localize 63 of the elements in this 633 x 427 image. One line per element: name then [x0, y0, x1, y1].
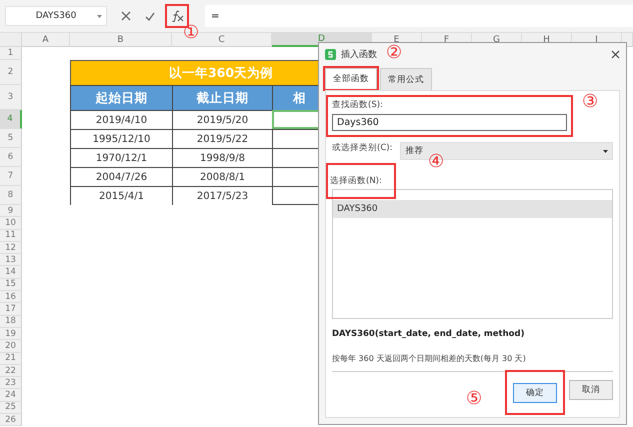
row-header[interactable]: 17	[0, 303, 22, 316]
row-header[interactable]: 24	[0, 389, 22, 402]
row-header[interactable]: 9	[0, 205, 22, 218]
function-list-label: 选择函数(N):	[330, 176, 382, 186]
column-header[interactable]: A	[22, 33, 70, 47]
table-cell: 2008/8/1	[172, 167, 272, 186]
function-icon[interactable]	[170, 10, 184, 22]
row-header[interactable]: 1	[0, 47, 22, 60]
table-cell: 2019/5/22	[172, 129, 272, 148]
column-heading: 截止日期	[172, 85, 272, 110]
row-header[interactable]: 19	[0, 328, 22, 340]
row-header[interactable]: 16	[0, 291, 22, 304]
row-header[interactable]: 8	[0, 186, 22, 205]
row-header[interactable]: 6	[0, 148, 22, 167]
row-header[interactable]: 21	[0, 352, 22, 365]
tab[interactable]: 常用公式	[380, 68, 432, 90]
row-header[interactable]: 26	[0, 414, 22, 426]
table-cell: 1995/12/10	[70, 129, 172, 148]
close-icon[interactable]	[611, 50, 620, 58]
search-field[interactable]: Days360	[332, 114, 567, 131]
table-cell: 2019/4/10	[70, 110, 172, 129]
cancel-button[interactable]: 取消	[569, 380, 613, 400]
function-description: 按每年 360 天返回两个日期间相差的天数(每月 30 天)	[332, 353, 527, 364]
dropdown-icon	[97, 14, 102, 18]
table-cell: 2017/5/23	[172, 186, 272, 205]
table-cell: 2004/7/26	[70, 167, 172, 186]
row-header[interactable]: 25	[0, 402, 22, 414]
row-header[interactable]: 5	[0, 129, 22, 148]
row-header[interactable]: 10	[0, 217, 22, 230]
table-cell: 2015/4/1	[70, 186, 172, 205]
dialog-title: 插入函数	[341, 48, 377, 60]
row-header[interactable]: 23	[0, 377, 22, 390]
column-header[interactable]: B	[70, 33, 172, 47]
row-header[interactable]: 2	[0, 60, 22, 85]
dropdown-icon	[603, 150, 608, 152]
row-header[interactable]: 15	[0, 278, 22, 292]
row-header[interactable]: 4	[0, 110, 22, 129]
row-header[interactable]: 11	[0, 230, 22, 242]
app-icon	[325, 48, 336, 60]
row-header[interactable]: 12	[0, 242, 22, 254]
row-header[interactable]: 7	[0, 167, 22, 186]
row-header[interactable]: 13	[0, 254, 22, 266]
row-header[interactable]: 20	[0, 340, 22, 353]
table-cell: 2019/5/20	[172, 110, 272, 129]
name-box[interactable]: DAYS360	[5, 6, 107, 26]
row-header[interactable]: 18	[0, 316, 22, 328]
table-cell: 1998/9/8	[172, 148, 272, 167]
step-number: ⑤	[466, 390, 482, 408]
function-signature: DAYS360(start_date, end_date, method)	[332, 329, 526, 339]
step-number: ②	[386, 44, 402, 62]
ok-button[interactable]: 确定	[513, 383, 557, 403]
table-cell: 1970/12/1	[70, 148, 172, 167]
cancel-icon[interactable]	[121, 11, 131, 21]
row-header[interactable]: 22	[0, 364, 22, 378]
row-header[interactable]: 14	[0, 266, 22, 279]
row-header[interactable]: 3	[0, 85, 22, 110]
tab[interactable]: 全部函数	[325, 68, 377, 89]
step-number: ③	[582, 93, 598, 111]
column-heading: 起始日期	[70, 85, 172, 110]
function-item[interactable]: DAYS360	[333, 200, 612, 218]
check-icon[interactable]	[145, 12, 155, 20]
category-label: 或选择类别(C):	[332, 142, 392, 154]
formula-field[interactable]: =	[205, 5, 633, 27]
